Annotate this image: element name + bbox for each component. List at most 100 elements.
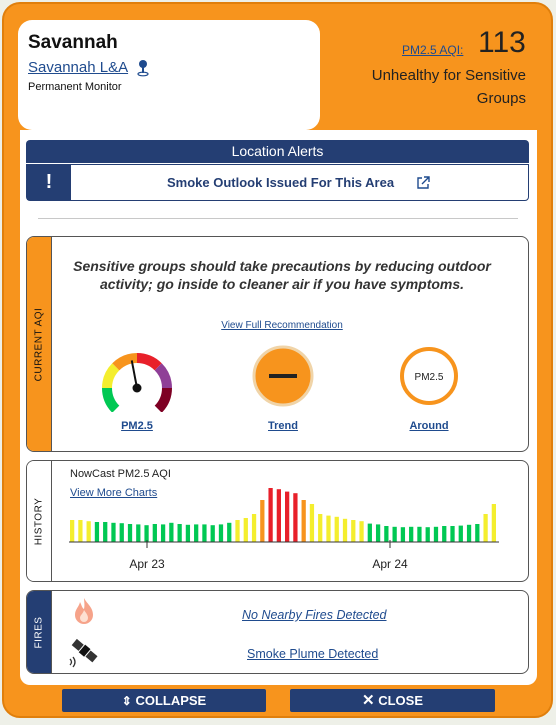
history-bar [425,527,430,542]
history-card: HISTORY NowCast PM2.5 AQI View More Char… [26,460,529,582]
close-icon: ✕ [362,692,375,709]
history-bar [144,525,149,542]
history-bar [70,520,75,542]
aqi-type-link[interactable]: PM2.5 AQI: [402,43,463,57]
history-bar [392,526,397,542]
history-bar [86,521,91,542]
around-indicator-label[interactable]: Around [369,420,489,432]
history-bar [119,523,124,542]
history-bar [152,524,157,542]
gauge-segment [102,387,120,413]
gauge-segment [154,387,172,413]
no-fires-link[interactable]: No Nearby Fires Detected [242,608,387,622]
gauge-icon [102,353,172,413]
trend-indicator[interactable]: Trend [223,342,343,442]
history-bar [235,520,240,542]
history-bar-chart: Apr 23 Apr 24 [69,488,499,571]
history-bar [202,524,207,542]
gauge-segment [136,353,162,371]
history-bar [136,524,141,542]
history-bar [243,518,248,542]
section-divider [38,218,518,219]
current-aqi-tab: CURRENT AQI [27,237,52,451]
pm25-indicator[interactable]: PM2.5 [77,342,197,442]
history-bar [268,488,273,542]
history-bar [301,500,306,542]
monitor-type: Permanent Monitor [28,81,122,93]
history-bar [318,514,323,542]
history-bar [417,526,422,542]
history-bar [160,524,166,542]
history-bar [475,524,480,542]
current-aqi-card: CURRENT AQI Sensitive groups should take… [26,236,529,452]
history-bar [94,522,100,542]
gauge-segment [102,363,120,389]
aqi-category: Unhealthy for Sensitive Groups [371,67,526,107]
site-name-link[interactable]: Savannah L&A [28,59,128,76]
history-bar [251,514,257,542]
history-bar [458,525,463,542]
history-bar [342,518,348,542]
history-bar [177,524,182,542]
gauge-segment [154,363,172,389]
history-bar [276,489,281,542]
history-bar [127,524,133,542]
history-bar [293,493,298,542]
pm25-indicator-label[interactable]: PM2.5 [77,420,197,432]
history-bar [285,491,290,542]
history-bar [433,526,439,542]
ring-text: PM2.5 [415,372,444,383]
history-bar [78,520,83,542]
history-bar [194,524,199,542]
location-alerts-header: Location Alerts [26,140,529,163]
view-full-recommendation-link[interactable]: View Full Recommendation [27,320,528,331]
fire-icon [75,598,93,624]
history-bar [466,524,472,542]
trend-indicator-label[interactable]: Trend [223,420,343,432]
x-tick-label: Apr 23 [129,557,165,571]
exclamation-icon: ! [27,165,71,200]
history-bar [326,515,331,542]
history-bar [111,522,116,542]
history-bar [210,525,215,542]
gauge-hub [132,383,142,393]
history-bar [351,520,356,542]
history-bar [409,526,414,542]
history-bar [367,523,372,542]
history-bar [218,524,224,542]
history-bar [185,524,191,542]
close-button[interactable]: ✕ CLOSE [290,689,495,712]
history-bar [169,522,174,542]
fires-card: FIRES No Nearby Fires Detected Smoke Plu… [26,590,529,674]
alert-text[interactable]: Smoke Outlook Issued For This Area [167,175,394,190]
around-indicator[interactable]: PM2.5 Around [369,342,489,442]
history-bar [483,514,488,542]
history-bar [400,527,406,542]
fires-tab: FIRES [27,591,52,673]
gauge-segment [112,353,138,371]
location-title: Savannah [28,32,118,53]
smoke-plume-link[interactable]: Smoke Plume Detected [247,647,378,661]
satellite-icon [69,638,98,668]
collapse-icon: ⇕ [121,694,132,708]
history-bar [103,522,108,542]
history-bar [491,504,496,542]
alert-item[interactable]: ! Smoke Outlook Issued For This Area [26,164,529,201]
collapse-button[interactable]: ⇕ COLLAPSE [62,689,266,712]
recommendation-text: Sensitive groups should take precautions… [73,258,491,292]
history-bar [260,500,265,542]
monitor-pin-icon [137,60,149,77]
history-bar [384,526,389,542]
history-bar [359,521,364,542]
history-bar [309,504,315,542]
external-link-icon[interactable] [416,176,430,190]
history-bar [450,526,455,542]
history-bar [334,516,339,542]
x-tick-label: Apr 24 [372,557,408,571]
history-bar [227,522,232,542]
pm25-ring-icon: PM2.5 [400,347,458,405]
aqi-value: 113 [478,26,526,59]
history-bar [442,526,447,542]
history-bar [375,524,381,542]
trend-flat-icon [252,345,314,407]
